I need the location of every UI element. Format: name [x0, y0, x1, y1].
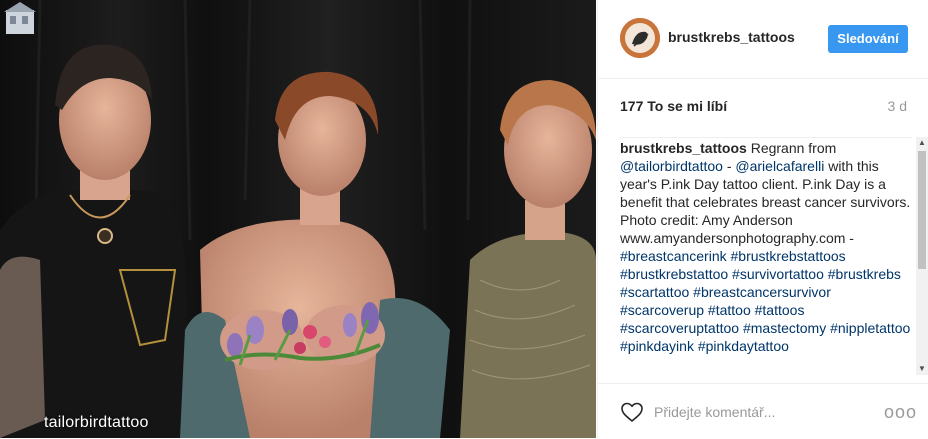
caption-username[interactable]: brustkrebs_tattoos: [620, 140, 747, 156]
photo-watermark: tailorbirdtattoo: [44, 414, 149, 431]
scroll-down-arrow-icon[interactable]: ▼: [916, 363, 928, 375]
watermark-logo-icon: [4, 2, 36, 34]
avatar[interactable]: [620, 18, 660, 58]
caption-text-2: -: [722, 158, 736, 174]
avatar-image: [620, 18, 660, 58]
post-time-ago[interactable]: 3 d: [888, 98, 907, 114]
caption-scrollbar[interactable]: ▲ ▼: [916, 137, 928, 375]
mention-arielcafarelli[interactable]: @arielcafarelli: [735, 158, 824, 174]
post-photo[interactable]: tailorbirdtattoo: [0, 0, 596, 438]
likes-count[interactable]: 177 To se mi líbí: [620, 98, 727, 114]
header-username[interactable]: brustkrebs_tattoos: [668, 29, 795, 45]
caption-hashtags[interactable]: #breastcancerink #brustkrebstattoos #bru…: [620, 248, 910, 354]
comment-input[interactable]: [654, 400, 854, 424]
scrollbar-thumb[interactable]: [918, 151, 926, 269]
caption: brustkrebs_tattoos Regrann from @tailorb…: [620, 139, 912, 355]
follow-button[interactable]: Sledování: [828, 25, 908, 53]
photo-illustration: [0, 0, 596, 438]
post-header: brustkrebs_tattoos Sledování: [598, 0, 928, 79]
more-options-icon[interactable]: ooo: [884, 403, 917, 421]
mention-tailorbirdtattoo[interactable]: @tailorbirdtattoo: [620, 158, 723, 174]
post-sidebar: brustkrebs_tattoos Sledování 177 To se m…: [597, 0, 928, 438]
comment-bar: ooo: [598, 383, 928, 439]
scroll-up-arrow-icon[interactable]: ▲: [916, 137, 928, 149]
heart-icon[interactable]: [620, 401, 644, 423]
caption-container[interactable]: brustkrebs_tattoos Regrann from @tailorb…: [620, 137, 912, 378]
caption-text-1: Regrann from: [750, 140, 837, 156]
